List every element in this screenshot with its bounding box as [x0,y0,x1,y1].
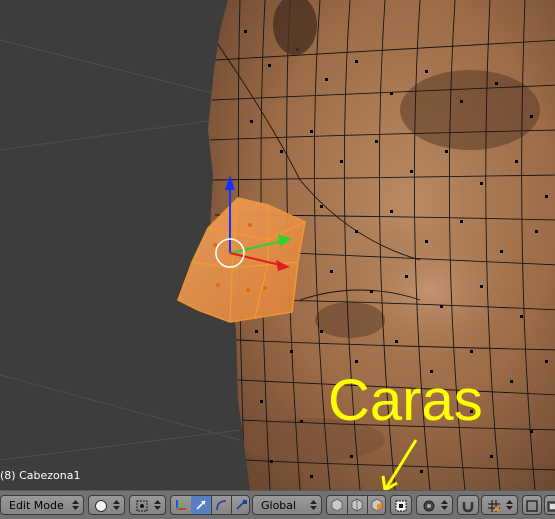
dropdown-arrows-icon [154,500,161,510]
snap-element-dropdown[interactable] [481,495,518,515]
face-select-button[interactable] [367,496,387,514]
dropdown-arrows-icon [441,500,448,510]
proportional-edit-icon [423,500,435,512]
3d-viewport[interactable]: (8) Cabezona1 Caras [0,0,555,490]
render-icon [547,501,555,512]
mode-label: Edit Mode [9,498,64,512]
occlude-geometry-toggle[interactable] [390,495,412,515]
orientation-label: Global [261,498,297,512]
mode-dropdown[interactable]: Edit Mode [0,495,84,515]
pivot-point-dropdown[interactable] [129,495,166,515]
dropdown-arrows-icon [506,500,513,510]
caras-annotation: Caras [328,368,483,433]
render-button[interactable] [544,495,555,515]
rotate-arc-icon [216,500,227,511]
orientation-dropdown[interactable]: Global [252,495,322,515]
scale-icon [236,500,247,510]
translate-toggle[interactable] [191,496,212,514]
dropdown-arrows-icon [72,500,79,510]
viewport-shading-dropdown[interactable] [88,495,125,515]
translate-arrow-icon [196,500,206,510]
viewport-header-toolbar: Edit Mode Global [0,490,555,519]
magnet-icon [462,502,474,513]
pivot-icon [136,500,148,512]
manipulator-toggle[interactable] [171,496,192,514]
scale-toggle[interactable] [231,496,251,514]
proportional-edit-dropdown[interactable] [416,495,453,515]
snap-toggle[interactable] [457,495,479,515]
edge-select-icon [351,498,363,512]
dropdown-arrows-icon [310,500,317,510]
dropdown-arrows-icon [113,500,120,510]
sphere-icon [95,500,107,512]
object-name-label: (8) Cabezona1 [0,469,81,482]
select-mode-group [326,495,386,515]
snap-target-icon [526,500,538,512]
rotate-toggle[interactable] [211,496,232,514]
snap-target-button[interactable] [522,495,542,515]
snap-element-icon [488,500,500,512]
manipulator-group [170,495,250,515]
manipulator-axis-icon [176,500,186,510]
vertex-select-icon [331,498,343,512]
face-select-icon [371,498,383,512]
vertex-select-button[interactable] [327,496,348,514]
occlude-geometry-icon [395,500,407,512]
edge-select-button[interactable] [347,496,368,514]
